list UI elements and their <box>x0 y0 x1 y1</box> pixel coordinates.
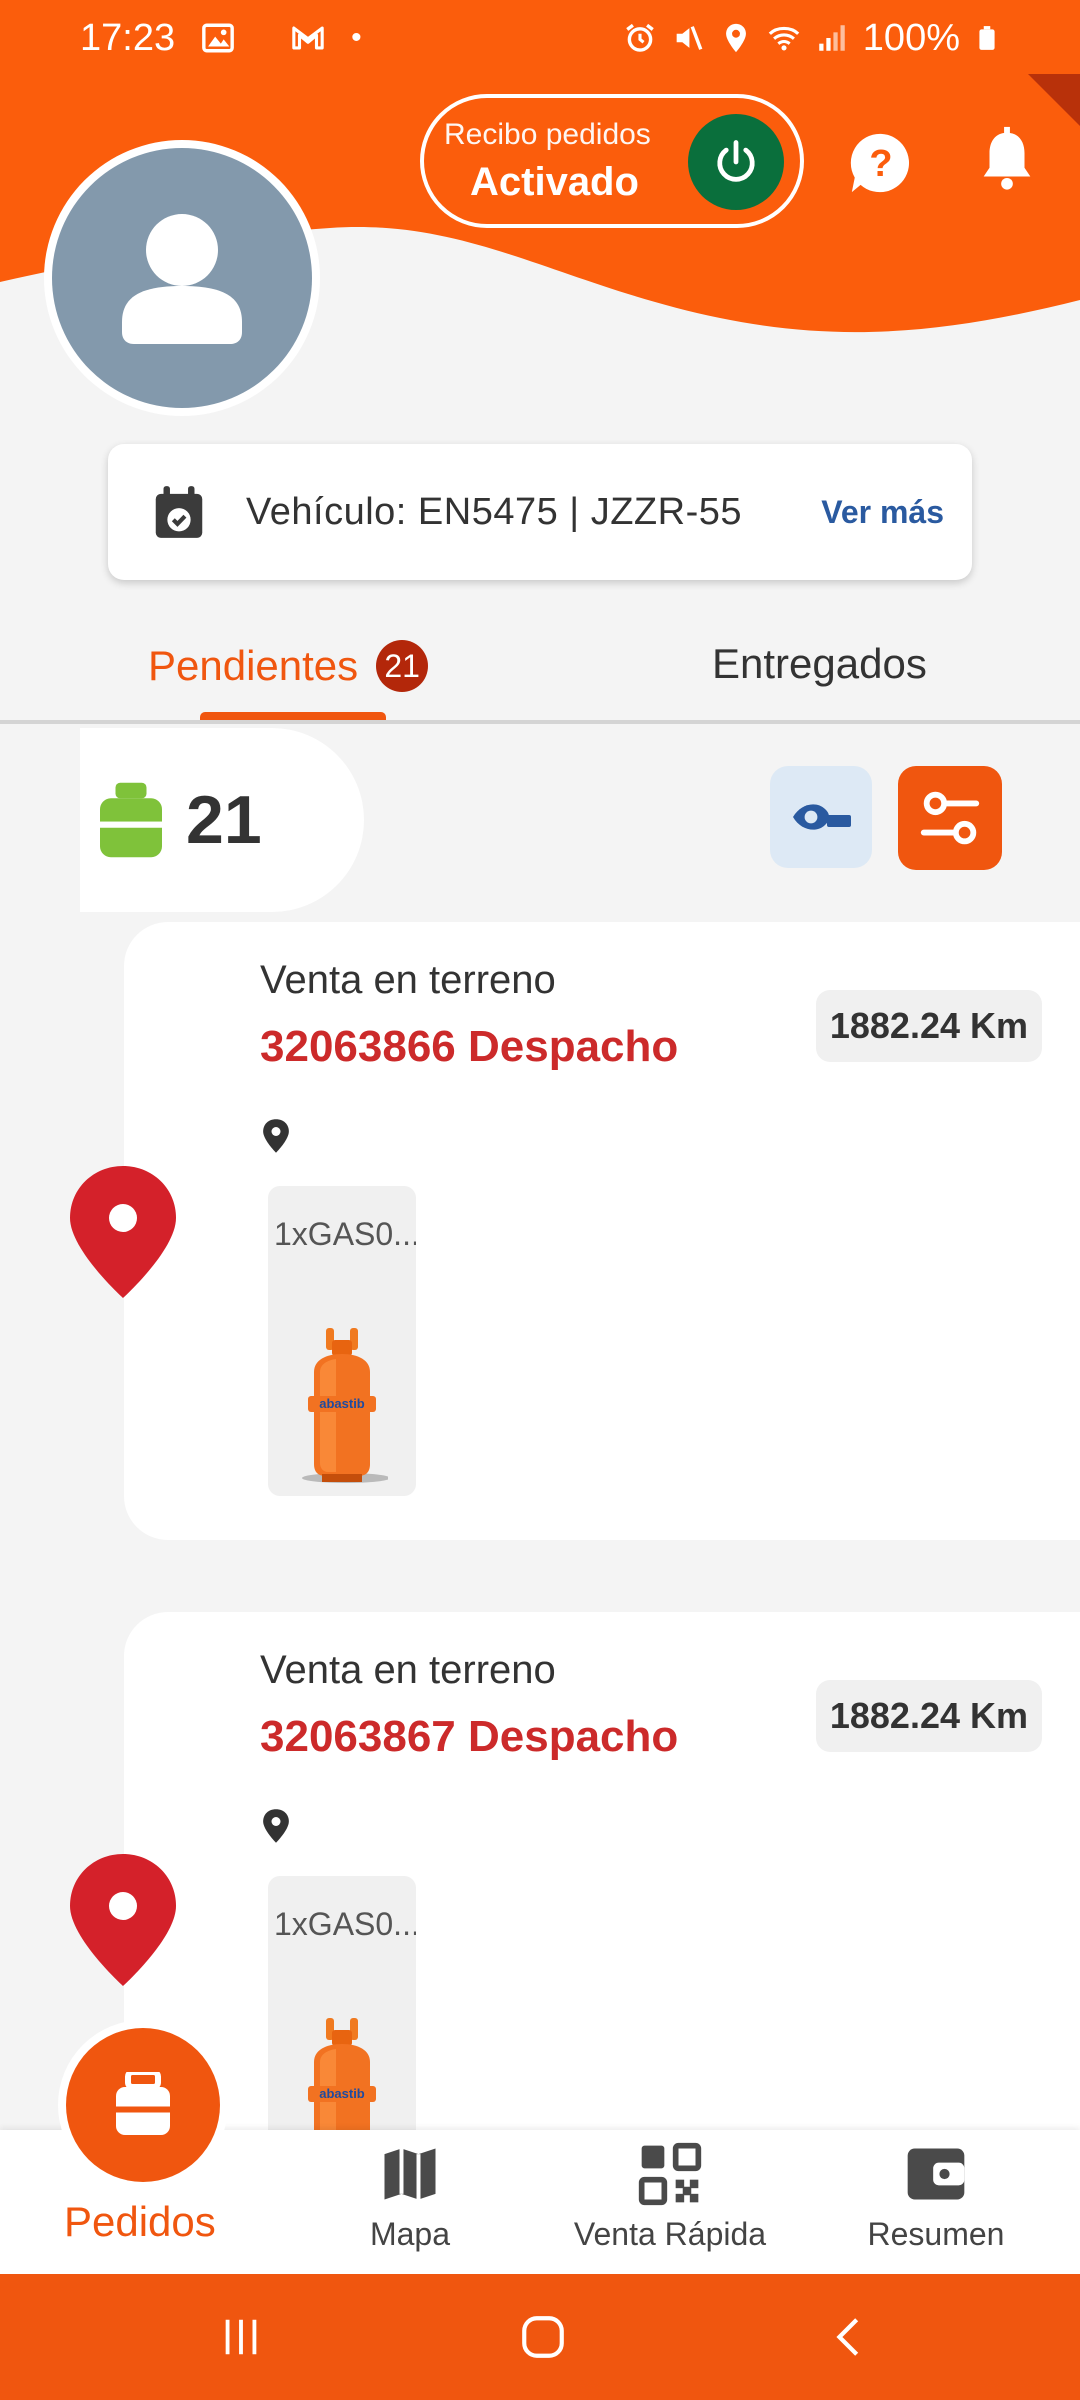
status-bar: 17:23 • 100% <box>0 0 1080 76</box>
nav-item-label: Venta Rápida <box>573 2216 767 2252</box>
wifi-icon <box>768 26 800 51</box>
pending-count-badge: 21 <box>376 640 429 692</box>
tab-pendientes[interactable]: Pendientes 21 <box>148 640 429 692</box>
nav-item-mapa[interactable]: Mapa <box>340 2140 480 2253</box>
gas-cylinder-image: abastib <box>302 1328 388 1483</box>
order-card[interactable]: Venta en terreno 32063866 Despacho 1882.… <box>124 922 1080 1540</box>
product-tile[interactable]: 1xGAS0... abastib <box>268 1186 416 1496</box>
mute-icon <box>676 26 703 50</box>
battery-icon <box>979 26 995 50</box>
eye-icon <box>793 804 851 830</box>
small-location-icon <box>263 1809 289 1843</box>
vehicle-card: Vehículo: EN5475 | JZZR-55 Ver más <box>108 444 972 580</box>
system-navigation-bar <box>0 2274 1080 2400</box>
power-icon <box>717 140 755 182</box>
tab-pendientes-label: Pendientes <box>148 642 359 689</box>
user-icon <box>122 214 242 344</box>
order-distance: 1882.24 Km <box>815 990 1042 1062</box>
receive-orders-toggle[interactable]: Recibo pedidos Activado <box>420 94 804 228</box>
alarm-icon <box>626 23 654 52</box>
filter-settings-icon <box>920 791 980 845</box>
toggle-caption: Recibo pedidos <box>444 118 651 151</box>
nav-item-venta-rapida[interactable]: Venta Rápida <box>560 2140 780 2253</box>
order-type: Venta en terreno <box>260 1648 556 1692</box>
recent-apps-icon[interactable] <box>218 2314 264 2360</box>
nav-item-resumen[interactable]: Resumen <box>856 2140 1016 2253</box>
order-distance: 1882.24 Km <box>815 1680 1042 1752</box>
product-name: 1xGAS0... <box>274 1906 416 1942</box>
svg-text:?: ? <box>869 143 892 185</box>
filter-button[interactable] <box>898 766 1002 870</box>
view-toggle-button[interactable] <box>770 766 872 868</box>
qr-code-icon <box>638 2142 702 2206</box>
nav-item-pedidos[interactable] <box>66 2028 220 2182</box>
avatar[interactable] <box>52 148 312 408</box>
svg-text:abastib: abastib <box>319 2086 365 2101</box>
small-location-icon <box>263 1119 289 1153</box>
map-icon <box>384 2148 436 2200</box>
calendar-check-icon <box>155 486 203 538</box>
signal-icon <box>819 25 845 51</box>
vehicle-label: Vehículo: EN5475 | JZZR-55 <box>246 490 742 533</box>
help-icon: ? <box>850 133 910 193</box>
power-button[interactable] <box>688 114 784 210</box>
toggle-state: Activado <box>470 160 639 204</box>
gmail-icon <box>292 26 324 50</box>
tab-divider <box>0 720 1080 724</box>
order-count-summary: 21 <box>80 728 364 912</box>
order-count: 21 <box>186 782 262 858</box>
gallery-icon <box>202 23 234 53</box>
order-title: 32063866 Despacho <box>260 1022 679 1071</box>
nav-item-label: Mapa <box>369 2216 451 2252</box>
gas-cylinder-icon <box>116 2072 170 2135</box>
status-dot: • <box>351 21 362 54</box>
back-icon[interactable] <box>826 2314 872 2360</box>
tab-entregados[interactable]: Entregados <box>712 640 927 688</box>
battery-text: 100% <box>862 16 960 59</box>
order-location-pin-icon[interactable] <box>68 1852 178 1988</box>
corner-ribbon <box>1008 74 1080 146</box>
product-name: 1xGAS0... <box>274 1216 416 1252</box>
order-type: Venta en terreno <box>260 958 556 1002</box>
location-icon <box>725 23 746 53</box>
order-title: 32063867 Despacho <box>260 1712 679 1761</box>
status-time: 17:23 <box>80 16 176 59</box>
home-icon[interactable] <box>518 2312 568 2362</box>
nav-pedidos-label[interactable]: Pedidos <box>64 2198 216 2246</box>
svg-text:abastib: abastib <box>319 1396 365 1411</box>
gas-cylinder-icon <box>100 782 162 858</box>
nav-item-label: Resumen <box>867 2216 1005 2252</box>
help-button[interactable]: ? <box>846 128 916 198</box>
vehicle-more-link[interactable]: Ver más <box>821 494 944 531</box>
wallet-icon <box>907 2148 965 2200</box>
order-tabs: Pendientes 21 Entregados <box>0 620 1080 724</box>
order-location-pin-icon[interactable] <box>68 1164 178 1300</box>
